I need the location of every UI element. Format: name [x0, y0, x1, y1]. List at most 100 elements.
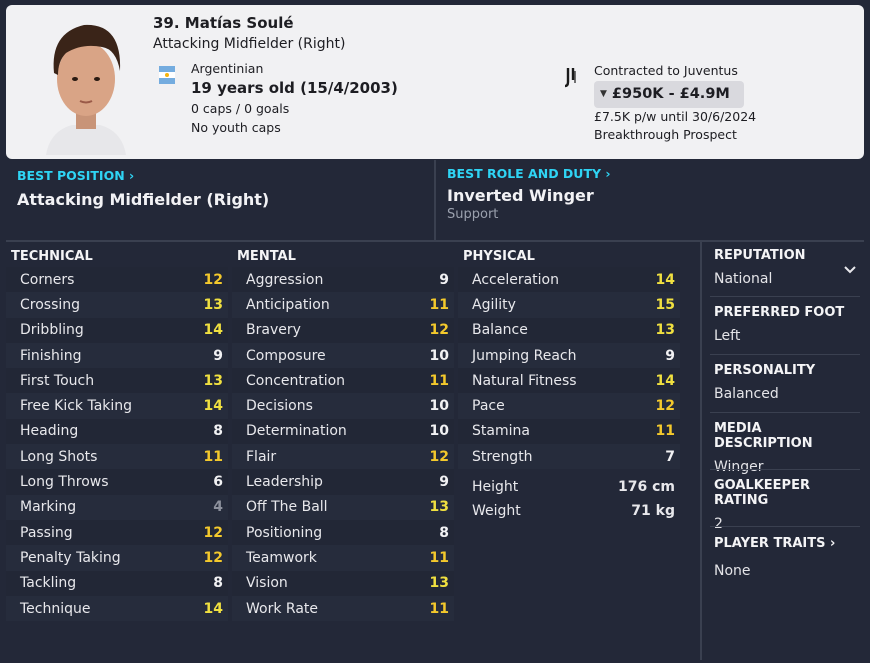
attribute-row[interactable]: Bravery 12 — [232, 317, 454, 343]
attribute-row[interactable]: Tackling 8 — [6, 570, 228, 596]
chevron-right-icon: › — [605, 166, 611, 181]
attribute-row[interactable]: Corners 12 — [6, 267, 228, 293]
attribute-row[interactable]: Leadership 9 — [232, 469, 454, 495]
player-traits-label[interactable]: PLAYER TRAITS › — [714, 536, 860, 551]
physical-column: PHYSICAL Acceleration 14 Agility 15 Balance 1… — [458, 246, 680, 523]
technical-list: Corners 12 Crossing 13 Dribbling 14 Finishing 9… — [6, 267, 228, 622]
attribute-row[interactable]: Balance 13 — [458, 317, 680, 343]
value-down-arrow-icon: ▼ — [600, 89, 607, 99]
player-traits-section[interactable]: PLAYER TRAITS › None — [714, 536, 860, 579]
panel-divider — [710, 526, 860, 527]
attribute-value: 8 — [439, 524, 449, 541]
attribute-row[interactable]: Passing 12 — [6, 519, 228, 546]
attribute-value: 11 — [203, 448, 223, 465]
section-divider — [434, 160, 436, 240]
attribute-value: 9 — [213, 347, 223, 364]
personality-value: Balanced — [714, 386, 779, 402]
attribute-row[interactable]: Strength 7 — [458, 444, 680, 470]
height-row: Height 176 cm — [458, 475, 680, 499]
attribute-label: Technique — [20, 600, 91, 617]
attribute-label: Crossing — [20, 296, 81, 313]
media-description-value: Winger — [714, 459, 764, 475]
attribute-label: Work Rate — [246, 600, 319, 617]
attribute-value: 13 — [655, 322, 675, 339]
attribute-row[interactable]: Aggression 9 — [232, 267, 454, 293]
attribute-label: Off The Ball — [246, 499, 328, 516]
reputation-value: National — [714, 271, 773, 287]
reputation-section[interactable]: REPUTATION National — [714, 248, 860, 287]
best-position-link[interactable]: BEST POSITION › — [17, 168, 134, 183]
attribute-label: Acceleration — [472, 271, 559, 288]
attribute-value: 11 — [429, 296, 449, 313]
attribute-row[interactable]: Stamina 11 — [458, 418, 680, 445]
attribute-value: 10 — [429, 347, 449, 364]
preferred-foot-section: PREFERRED FOOT Left — [714, 305, 860, 344]
height-label: Height — [472, 479, 519, 496]
attribute-row[interactable]: Agility 15 — [458, 292, 680, 318]
preferred-foot-value: Left — [714, 328, 741, 344]
attribute-value: 10 — [429, 423, 449, 440]
nationality: Argentinian — [191, 61, 264, 76]
attribute-row[interactable]: Dribbling 14 — [6, 317, 228, 343]
info-panel: REPUTATION National PREFERRED FOOT Left … — [700, 240, 864, 660]
prospect-status: Breakthrough Prospect — [594, 127, 737, 142]
attribute-row[interactable]: Long Throws 6 — [6, 469, 228, 495]
attribute-row[interactable]: Technique 14 — [6, 595, 228, 622]
attribute-row[interactable]: Composure 10 — [232, 342, 454, 369]
attribute-row[interactable]: Long Shots 11 — [6, 444, 228, 470]
attribute-label: Aggression — [246, 271, 324, 288]
attribute-row[interactable]: Concentration 11 — [232, 368, 454, 394]
attribute-label: Stamina — [472, 423, 530, 440]
attribute-label: Vision — [246, 575, 288, 592]
personality-section: PERSONALITY Balanced — [714, 363, 860, 402]
attribute-row[interactable]: First Touch 13 — [6, 368, 228, 394]
player-name: 39. Matías Soulé — [153, 14, 294, 32]
attribute-row[interactable]: Natural Fitness 14 — [458, 368, 680, 394]
player-photo — [46, 24, 126, 155]
attribute-row[interactable]: Work Rate 11 — [232, 595, 454, 622]
attribute-row[interactable]: Anticipation 11 — [232, 292, 454, 318]
attribute-row[interactable]: Pace 12 — [458, 393, 680, 419]
attribute-row[interactable]: Teamwork 11 — [232, 545, 454, 571]
attribute-label: Composure — [246, 347, 326, 364]
height-value: 176 cm — [618, 479, 675, 496]
attribute-label: Determination — [246, 423, 347, 440]
juventus-logo-icon[interactable] — [563, 66, 579, 88]
attribute-row[interactable]: Marking 4 — [6, 494, 228, 520]
attribute-row[interactable]: Crossing 13 — [6, 292, 228, 318]
attribute-label: Concentration — [246, 372, 346, 389]
best-role-link[interactable]: BEST ROLE AND DUTY › — [447, 166, 611, 181]
transfer-value[interactable]: ▼ £950K - £4.9M — [594, 81, 744, 108]
attribute-row[interactable]: Determination 10 — [232, 418, 454, 445]
attribute-value: 13 — [429, 575, 449, 592]
attribute-label: Heading — [20, 423, 79, 440]
attribute-row[interactable]: Decisions 10 — [232, 393, 454, 419]
attribute-label: Long Throws — [20, 474, 109, 491]
attribute-row[interactable]: Positioning 8 — [232, 519, 454, 546]
attribute-label: Balance — [472, 322, 528, 339]
wage-info: £7.5K p/w until 30/6/2024 — [594, 109, 757, 124]
attribute-row[interactable]: Finishing 9 — [6, 342, 228, 369]
physical-title: PHYSICAL — [463, 249, 535, 264]
attribute-row[interactable]: Off The Ball 13 — [232, 494, 454, 520]
chevron-down-icon[interactable] — [844, 266, 856, 274]
attribute-row[interactable]: Flair 12 — [232, 444, 454, 470]
attribute-row[interactable]: Vision 13 — [232, 570, 454, 596]
attribute-row[interactable]: Free Kick Taking 14 — [6, 393, 228, 419]
attribute-value: 11 — [429, 549, 449, 566]
attribute-row[interactable]: Jumping Reach 9 — [458, 342, 680, 369]
attribute-label: Pace — [472, 398, 505, 415]
attribute-label: Flair — [246, 448, 277, 465]
panel-divider — [710, 354, 860, 355]
attribute-row[interactable]: Penalty Taking 12 — [6, 545, 228, 571]
physical-list: Acceleration 14 Agility 15 Balance 13 Jumping … — [458, 267, 680, 470]
attribute-label: Penalty Taking — [20, 549, 121, 566]
best-position-value: Attacking Midfielder (Right) — [17, 190, 270, 209]
preferred-foot-label: PREFERRED FOOT — [714, 305, 845, 320]
attribute-value: 7 — [665, 448, 675, 465]
attribute-row[interactable]: Acceleration 14 — [458, 267, 680, 293]
attribute-row[interactable]: Heading 8 — [6, 418, 228, 445]
attribute-label: Strength — [472, 448, 533, 465]
goalkeeper-rating-value: 2 — [714, 516, 723, 532]
attribute-value: 13 — [203, 296, 223, 313]
